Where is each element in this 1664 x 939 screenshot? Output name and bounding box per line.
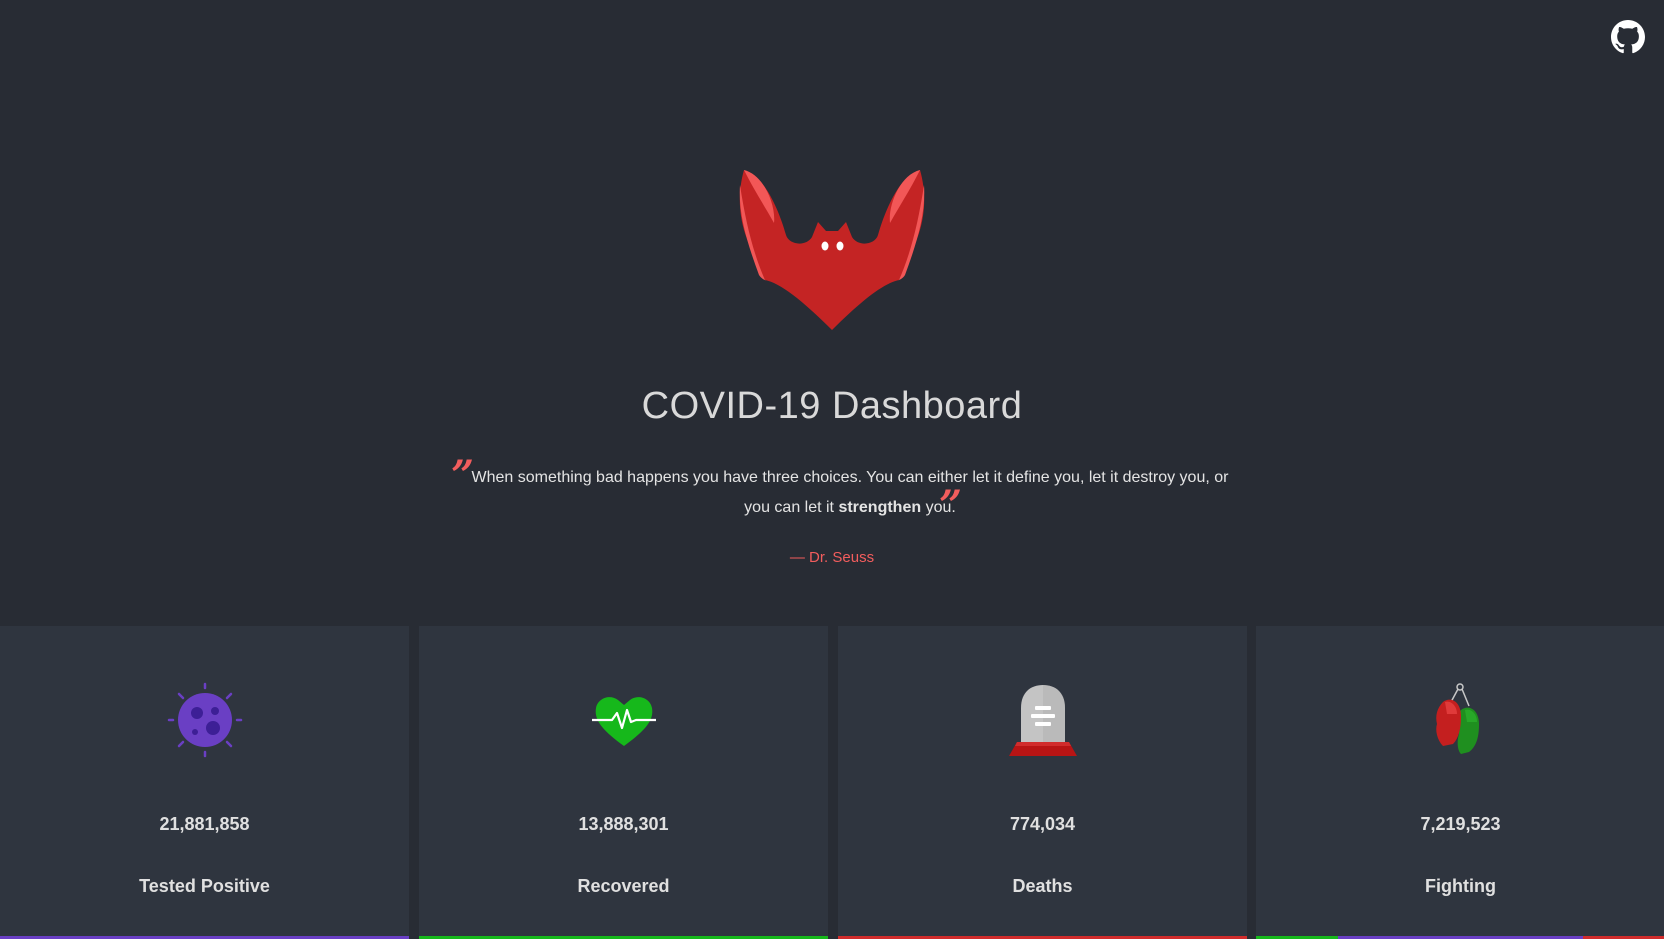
stat-card-recovered: 13,888,301 Recovered — [419, 626, 828, 939]
stat-label: Fighting — [1425, 876, 1496, 896]
stat-card-tested-positive: 21,881,858 Tested Positive — [0, 626, 409, 939]
boxing-gloves-icon — [1421, 680, 1501, 760]
bat-logo-icon — [734, 165, 930, 333]
stats-cards: 21,881,858 Tested Positive 13,888,301 Re… — [0, 626, 1664, 939]
github-icon — [1611, 20, 1645, 54]
stat-count: 7,219,523 — [1420, 814, 1501, 834]
stat-card-fighting: 7,219,523 Fighting — [1256, 626, 1664, 939]
stat-label: Recovered — [577, 876, 670, 896]
stat-count: 21,881,858 — [159, 814, 250, 834]
quote-text: When something bad happens you have thre… — [470, 463, 1230, 523]
quote-author: — Dr. Seuss — [789, 549, 875, 566]
stat-count: 774,034 — [1009, 814, 1076, 834]
stat-count: 13,888,301 — [578, 814, 669, 834]
stat-card-deaths: 774,034 Deaths — [838, 626, 1247, 939]
github-link[interactable] — [1611, 20, 1645, 54]
tombstone-icon — [1003, 680, 1083, 760]
page-title: COVID-19 Dashboard — [641, 385, 1023, 427]
stat-label: Tested Positive — [139, 876, 270, 896]
virus-icon — [165, 680, 245, 760]
dashboard-page: COVID-19 Dashboard ” When something bad … — [0, 0, 1664, 939]
close-quote-icon: ” — [939, 482, 963, 529]
stat-label: Deaths — [1012, 876, 1073, 896]
quote-emphasis: strengthen — [838, 499, 922, 516]
heartbeat-icon — [584, 680, 664, 760]
